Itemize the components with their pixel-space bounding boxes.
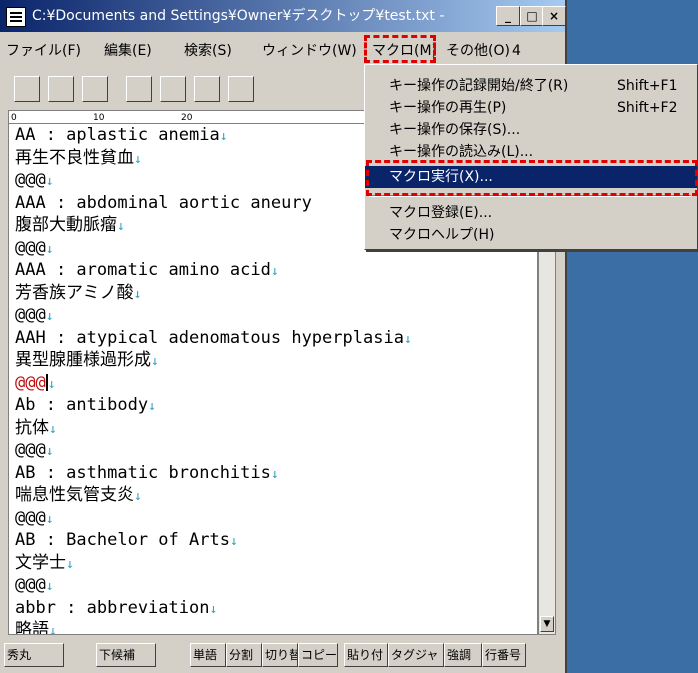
menu-item-macro-help[interactable]: マクロヘルプ(H)	[365, 224, 697, 246]
paste-icon[interactable]	[228, 76, 254, 102]
fkey-9[interactable]: 強調	[444, 643, 482, 667]
fkey-6[interactable]: コピー	[298, 643, 338, 667]
menu-search[interactable]: 検索(S)	[184, 40, 232, 60]
new-file-icon[interactable]	[14, 76, 40, 102]
macro-menu-highlight	[364, 35, 436, 63]
save-icon[interactable]	[82, 76, 108, 102]
text-line: @@@↓	[15, 440, 54, 460]
menu-count: 4	[511, 43, 521, 59]
title-bar[interactable]: C:¥Documents and Settings¥Owner¥デスクトップ¥t…	[0, 0, 566, 32]
text-line: 抗体↓	[15, 417, 57, 438]
menu-bar: ファイル(F) 編集(E) 検索(S) ウィンドウ(W) マクロ(M) その他(…	[0, 34, 565, 64]
run-macro-highlight	[366, 160, 698, 196]
menu-item-save-keys[interactable]: キー操作の保存(S)...	[365, 119, 697, 141]
fkey-5[interactable]: 切り替	[262, 643, 298, 667]
open-folder-icon[interactable]	[48, 76, 74, 102]
text-line: 文学士↓	[15, 552, 74, 573]
menu-edit[interactable]: 編集(E)	[104, 40, 152, 60]
undo-icon[interactable]	[126, 76, 152, 102]
text-line: abbr : abbreviation↓	[15, 597, 218, 618]
text-line: 略語↓	[15, 620, 57, 635]
close-icon[interactable]: ×	[542, 6, 566, 26]
macro-dropdown-menu: キー操作の記録開始/終了(R) Shift+F1 キー操作の再生(P) Shif…	[364, 64, 698, 250]
scroll-down-arrow-icon[interactable]: ▼	[540, 616, 554, 632]
text-line: 異型腺腫様過形成↓	[15, 350, 159, 370]
text-line: 芳香族アミノ酸↓	[15, 282, 142, 303]
text-line: @@@↓	[15, 305, 54, 325]
text-line: AAA : aromatic amino acid↓	[15, 260, 279, 280]
text-line: Ab : antibody↓	[15, 395, 156, 415]
copy-icon[interactable]	[160, 76, 186, 102]
fkey-3[interactable]: 単語	[190, 643, 226, 667]
fkey-1[interactable]: 秀丸	[4, 643, 64, 667]
text-line: @@@↓	[15, 507, 54, 528]
function-key-bar: 秀丸 下候補 単語 分割 切り替 コピー 貼り付 タグジャ 強調 行番号	[0, 637, 565, 673]
document-icon	[6, 7, 26, 27]
window-title: C:¥Documents and Settings¥Owner¥デスクトップ¥t…	[32, 8, 445, 24]
cut-icon[interactable]	[194, 76, 220, 102]
menu-window[interactable]: ウィンドウ(W)	[262, 40, 357, 60]
text-line: @@@↓	[15, 575, 54, 595]
menu-file[interactable]: ファイル(F)	[6, 40, 81, 60]
fkey-4[interactable]: 分割	[226, 643, 262, 667]
menu-other[interactable]: その他(O) 4	[446, 40, 521, 60]
fkey-10[interactable]: 行番号	[482, 643, 526, 667]
text-line: AB : Bachelor of Arts↓	[15, 530, 238, 550]
menu-item-play-keys[interactable]: キー操作の再生(P) Shift+F2	[365, 97, 697, 119]
text-line: AB : asthmatic bronchitis↓	[15, 462, 279, 483]
fkey-8[interactable]: タグジャ	[388, 643, 444, 667]
text-line: 喘息性気管支炎↓	[15, 485, 142, 505]
fkey-2[interactable]: 下候補	[96, 643, 156, 667]
menu-item-register-macro[interactable]: マクロ登録(E)...	[365, 202, 697, 224]
maximize-icon[interactable]: □	[520, 6, 544, 26]
fkey-7[interactable]: 貼り付	[344, 643, 388, 667]
text-line: AAH : atypical adenomatous hyperplasia↓	[15, 327, 412, 348]
current-line: @@@ ↓	[15, 372, 56, 393]
menu-item-record-keys[interactable]: キー操作の記録開始/終了(R) Shift+F1	[365, 75, 697, 97]
minimize-icon[interactable]: _	[496, 6, 520, 26]
